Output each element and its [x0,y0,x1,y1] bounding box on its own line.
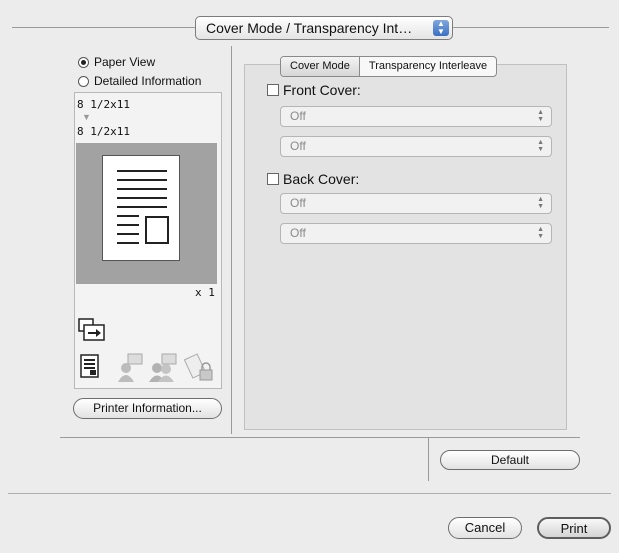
default-divider [428,437,429,481]
footer-rule [8,493,611,494]
detailed-information-radio[interactable]: Detailed Information [78,74,201,88]
page-line [117,170,167,172]
document-icon [80,354,99,378]
back-cover-checkbox[interactable]: Back Cover: [267,171,359,187]
header-rule-left [12,27,195,28]
printer-information-button[interactable]: Printer Information... [73,398,222,419]
lower-rule [60,437,580,438]
up-down-arrows-icon: ▲ ▼ [433,20,449,36]
front-cover-checkbox[interactable]: Front Cover: [267,82,361,98]
stepper-arrows-icon: ▲ ▼ [537,196,544,210]
security-icon [184,353,213,381]
panel-select-value: Cover Mode / Transparency Int… [206,20,413,36]
print-button[interactable]: Print [537,517,611,539]
page-preview-sheet [102,155,180,261]
user-auth-icon [118,353,143,382]
front-cover-select-1[interactable]: Off ▲ ▼ [280,106,552,127]
page-line [117,188,167,190]
detailed-information-label: Detailed Information [94,74,202,88]
front-cover-select-2-value: Off [290,139,306,153]
back-cover-label: Back Cover: [283,171,360,187]
stepper-arrows-icon: ▲ ▼ [537,226,544,240]
front-cover-box [267,84,279,96]
copies-count: x 1 [195,286,215,299]
header-rule-right [453,27,609,28]
stepper-arrows-icon: ▲ ▼ [537,109,544,123]
page-line [117,215,139,217]
cancel-button[interactable]: Cancel [448,517,522,539]
page-line [117,179,167,181]
cover-mode-tabs: Cover Mode Transparency Interleave [280,56,498,77]
paper-output-size: 8 1/2x11 [77,125,130,138]
front-cover-label: Front Cover: [283,82,361,98]
radio-indicator-off [78,75,89,87]
account-track-icon [149,353,177,382]
back-cover-select-2[interactable]: Off ▲ ▼ [280,223,552,244]
page-line [117,242,139,244]
default-button[interactable]: Default [440,450,580,470]
back-cover-select-1-value: Off [290,196,306,210]
page-line [117,224,139,226]
front-cover-select-1-value: Off [290,109,306,123]
paper-view-label: Paper View [94,55,156,69]
paper-view-radio[interactable]: Paper View [78,55,155,69]
paper-source-size: 8 1/2x11 [77,98,130,111]
stepper-arrows-icon: ▲ ▼ [537,139,544,153]
image-block-icon [145,216,169,244]
page-line [117,233,139,235]
back-cover-box [267,173,279,185]
front-cover-select-2[interactable]: Off ▲ ▼ [280,136,552,157]
tab-transparency-interleave[interactable]: Transparency Interleave [360,57,496,76]
paper-flow-arrow-icon: ▼ [82,112,91,122]
panel-select-popup[interactable]: Cover Mode / Transparency Int… ▲ ▼ [195,16,453,40]
feed-direction-icon [78,318,105,341]
pane-divider [231,46,232,434]
tab-cover-mode[interactable]: Cover Mode [281,57,360,76]
page-line [117,206,167,208]
back-cover-select-1[interactable]: Off ▲ ▼ [280,193,552,214]
radio-indicator-on [78,56,89,68]
back-cover-select-2-value: Off [290,226,306,240]
page-line [117,197,167,199]
